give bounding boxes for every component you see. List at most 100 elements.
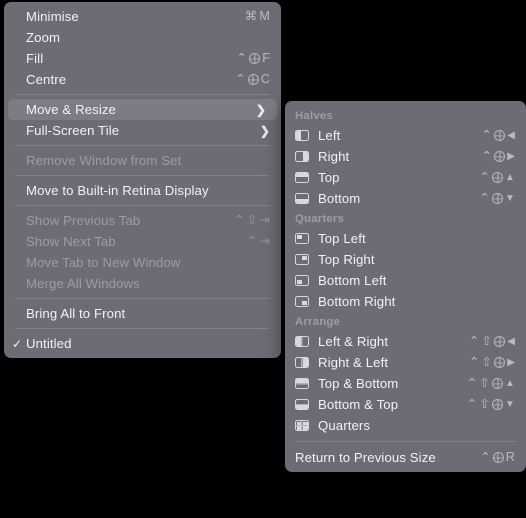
menu-item-show-next-tab: Show Next Tab ⌃ ⇥ — [4, 231, 281, 252]
submenu-item-label: Left — [318, 128, 341, 143]
shortcut-key-ctrl: ⌃ — [466, 376, 478, 391]
shortcut-key-ctrl: ⌃ — [234, 213, 245, 228]
shortcut-key-ctrl: ⌃ — [235, 72, 246, 87]
submenu-item-label: Bottom Right — [318, 294, 396, 309]
menu-item-label: Fill — [26, 51, 44, 66]
shortcut-keys: ⌃ ⇧ ▼ — [467, 398, 515, 411]
submenu-item-top-bottom[interactable]: Top & Bottom ⌃ ⇧ ▲ — [285, 373, 526, 394]
submenu-item-right-left[interactable]: Right & Left ⌃ ⇧ ▶ — [285, 352, 526, 373]
window-bottom-half-icon — [295, 193, 309, 204]
shortcut-key-ctrl: ⌃ — [468, 334, 480, 349]
submenu-item-left[interactable]: Left ⌃ ◀ — [285, 125, 526, 146]
menu-item-label: Move to Built-in Retina Display — [26, 183, 209, 198]
submenu-item-label: Quarters — [318, 418, 371, 433]
window-left-half-icon — [295, 130, 309, 141]
menu-separator — [15, 175, 270, 176]
globe-fn-key-icon — [249, 53, 261, 64]
submenu-item-top-right[interactable]: Top Right — [285, 249, 526, 270]
menu-item-full-screen-tile[interactable]: Full-Screen Tile ❯ — [4, 120, 281, 141]
globe-fn-key-icon — [492, 452, 504, 463]
menu-item-show-previous-tab: Show Previous Tab ⌃ ⇧ ⇥ — [4, 210, 281, 231]
shortcut-keys: ⌃ F — [237, 52, 270, 65]
shortcut-key-shift: ⇧ — [246, 213, 258, 228]
menu-item-label: Show Next Tab — [26, 234, 116, 249]
screen: Minimise ⌘ M Zoom Fill ⌃ F Centre ⌃ C Move & Resiz… — [0, 0, 526, 518]
shortcut-key-ctrl: ⌃ — [236, 51, 248, 66]
submenu-item-label: Right — [318, 149, 350, 164]
shortcut-key-ctrl: ⌃ — [479, 191, 490, 206]
window-top-left-quarter-icon — [295, 233, 309, 244]
submenu-item-label: Bottom & Top — [318, 397, 399, 412]
menu-separator — [15, 94, 270, 95]
submenu-item-label: Return to Previous Size — [295, 450, 436, 465]
globe-fn-key-icon — [492, 172, 503, 183]
shortcut-key-ctrl: ⌃ — [246, 234, 258, 249]
menu-item-untitled[interactable]: ✓ Untitled — [4, 333, 281, 354]
arrange-top-bottom-icon — [295, 378, 309, 389]
globe-fn-key-icon — [494, 151, 506, 162]
submenu-separator — [295, 441, 516, 442]
menu-item-label: Full-Screen Tile — [26, 123, 120, 138]
chevron-right-icon: ❯ — [255, 102, 266, 117]
globe-fn-key-icon — [494, 130, 506, 141]
submenu-item-bottom-right[interactable]: Bottom Right — [285, 291, 526, 312]
shortcut-key-shift: ⇧ — [481, 334, 493, 349]
shortcut-key-cmd: ⌘ — [244, 9, 258, 24]
window-top-right-quarter-icon — [295, 254, 309, 265]
submenu-item-label: Bottom Left — [318, 273, 387, 288]
shortcut-key-right: ▶ — [507, 151, 515, 162]
shortcut-key-ctrl: ⌃ — [481, 149, 493, 164]
shortcut-keys: ⌃ ▶ — [482, 150, 515, 163]
shortcut-key-shift: ⇧ — [479, 397, 490, 412]
menu-item-centre[interactable]: Centre ⌃ C — [4, 69, 281, 90]
shortcut-key-ctrl: ⌃ — [466, 397, 478, 412]
menu-item-move-resize[interactable]: Move & Resize ❯ — [8, 99, 277, 120]
shortcut-key-left: ◀ — [507, 130, 515, 141]
shortcut-key-up: ▲ — [505, 172, 515, 183]
submenu-item-return-to-previous-size[interactable]: Return to Previous Size ⌃ R — [285, 447, 526, 468]
shortcut-keys: ⌃ ⇧ ▶ — [469, 356, 515, 369]
chevron-right-icon: ❯ — [259, 123, 270, 138]
shortcut-key-M: M — [259, 9, 270, 24]
shortcut-keys: ⌃ ⇧ ◀ — [469, 335, 515, 348]
menu-item-label: Untitled — [26, 336, 72, 351]
shortcut-keys: ⌃ ▼ — [479, 192, 515, 205]
menu-item-label: Merge All Windows — [26, 276, 140, 291]
submenu-item-left-right[interactable]: Left & Right ⌃ ⇧ ◀ — [285, 331, 526, 352]
submenu-item-top-left[interactable]: Top Left — [285, 228, 526, 249]
submenu-item-top[interactable]: Top ⌃ ▲ — [285, 167, 526, 188]
move-and-resize-submenu: Halves Left ⌃ ◀ Right ⌃ ▶ Top ⌃ ▲ Bottom ⌃ ▼ Quarters… — [285, 101, 526, 472]
menu-item-label: Centre — [26, 72, 67, 87]
menu-item-label: Remove Window from Set — [26, 153, 182, 168]
menu-item-label: Move & Resize — [26, 102, 116, 117]
shortcut-key-R: R — [505, 450, 515, 465]
menu-separator — [15, 328, 270, 329]
section-header-halves: Halves — [295, 109, 333, 122]
submenu-item-label: Left & Right — [318, 334, 389, 349]
window-menu: Minimise ⌘ M Zoom Fill ⌃ F Centre ⌃ C Move & Resiz… — [4, 2, 281, 358]
globe-fn-key-icon — [492, 378, 503, 389]
submenu-item-bottom[interactable]: Bottom ⌃ ▼ — [285, 188, 526, 209]
shortcut-keys: ⌘ M — [245, 10, 270, 23]
menu-item-minimise[interactable]: Minimise ⌘ M — [4, 6, 281, 27]
menu-item-merge-all-windows: Merge All Windows — [4, 273, 281, 294]
globe-fn-key-icon — [492, 193, 503, 204]
menu-item-zoom[interactable]: Zoom — [4, 27, 281, 48]
section-header-quarters: Quarters — [295, 212, 345, 225]
shortcut-key-tab: ⇥ — [259, 234, 270, 249]
submenu-item-quarters[interactable]: Quarters — [285, 415, 526, 436]
submenu-item-bottom-left[interactable]: Bottom Left — [285, 270, 526, 291]
arrange-left-right-icon — [295, 336, 309, 347]
shortcut-keys: ⌃ ⇧ ⇥ — [234, 214, 270, 227]
menu-item-bring-all-to-front[interactable]: Bring All to Front — [4, 303, 281, 324]
submenu-item-bottom-top[interactable]: Bottom & Top ⌃ ⇧ ▼ — [285, 394, 526, 415]
menu-item-fill[interactable]: Fill ⌃ F — [4, 48, 281, 69]
menu-item-move-to-built-in-retina-display[interactable]: Move to Built-in Retina Display — [4, 180, 281, 201]
submenu-item-label: Right & Left — [318, 355, 389, 370]
submenu-item-right[interactable]: Right ⌃ ▶ — [285, 146, 526, 167]
checkmark-icon: ✓ — [12, 336, 23, 351]
menu-item-label: Zoom — [26, 30, 61, 45]
menu-item-remove-window-from-set: Remove Window from Set — [4, 150, 281, 171]
arrange-bottom-top-icon — [295, 399, 309, 410]
menu-item-label: Bring All to Front — [26, 306, 126, 321]
